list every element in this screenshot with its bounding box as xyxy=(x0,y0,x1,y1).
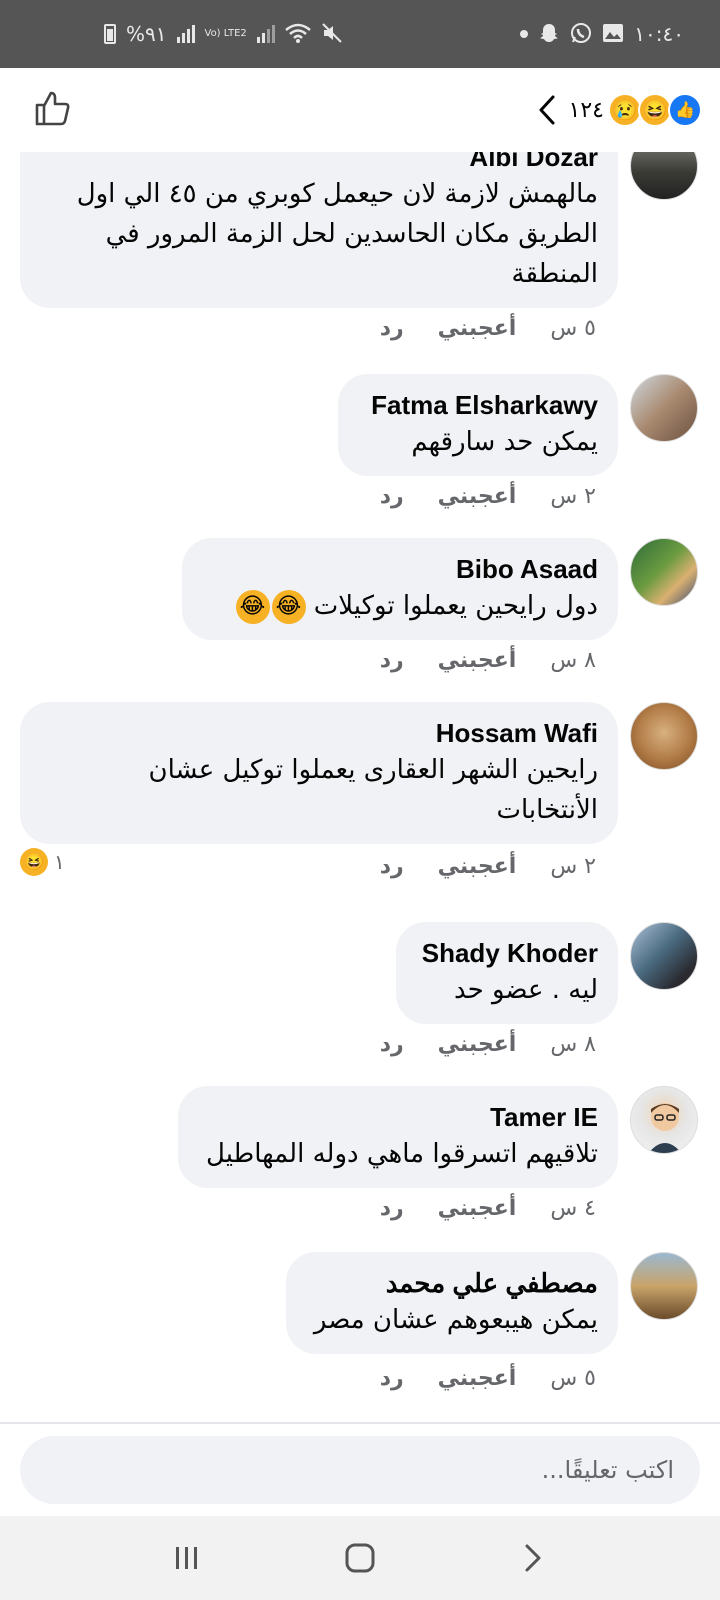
avatar[interactable] xyxy=(630,538,698,606)
like-comment-button[interactable]: أعجبني xyxy=(438,1196,517,1221)
recents-icon xyxy=(175,1547,197,1569)
comment-text: رايحين الشهر العقارى يعملوا توكيل عشان ا… xyxy=(148,755,598,825)
sad-icon: 😢 xyxy=(608,93,642,127)
like-icon: 👍 xyxy=(668,93,702,127)
reaction-number: ١ xyxy=(54,851,65,874)
reply-button[interactable]: رد xyxy=(380,1196,404,1221)
mute-icon xyxy=(321,22,343,47)
avatar[interactable] xyxy=(630,152,698,200)
commenter-name[interactable]: Albi Dozar xyxy=(40,152,598,174)
status-bar-right: ١٠:٤٠ xyxy=(520,22,684,47)
comment-bubble[interactable]: Tamer IE تلاقيهم اتسرقوا ماهي دوله المها… xyxy=(178,1086,618,1188)
comment-text: مالهمش لازمة لان حيعمل كوبري من ٤٥ الي ا… xyxy=(76,179,598,289)
comment-actions: ٢ س أعجبني رد xyxy=(380,854,596,879)
commenter-name[interactable]: Bibo Asaad xyxy=(202,552,598,586)
comment-text-body: دول رايحين يعملوا توكيلات xyxy=(313,591,598,621)
avatar[interactable] xyxy=(630,702,698,770)
wifi-icon xyxy=(284,23,311,46)
comment-time: ٨ س xyxy=(550,1032,596,1057)
home-icon xyxy=(345,1543,375,1573)
comment-bubble[interactable]: Shady Khoder ليه . عضو حد xyxy=(396,922,618,1024)
comment-text: يمكن حد سارقهم xyxy=(411,427,598,457)
commenter-name[interactable]: Shady Khoder xyxy=(416,936,598,970)
commenter-name[interactable]: Hossam Wafi xyxy=(40,716,598,750)
snapchat-icon xyxy=(538,22,560,47)
comment-bubble[interactable]: Albi Dozar مالهمش لازمة لان حيعمل كوبري … xyxy=(20,152,618,308)
system-nav-bar xyxy=(0,1516,720,1600)
haha-icon: 😆 xyxy=(638,93,672,127)
comments-header: ١٢٤ 😢 😆 👍 xyxy=(0,68,720,152)
reply-button[interactable]: رد xyxy=(380,648,404,673)
status-bar-left: %٩١ Vo) LTE2 xyxy=(104,22,343,47)
back-chevron-icon xyxy=(525,1544,541,1572)
signal-icon xyxy=(176,25,195,43)
laughing-emoji-icon: 😂 xyxy=(271,589,306,624)
back-arrow-icon[interactable] xyxy=(537,94,557,126)
clock: ١٠:٤٠ xyxy=(634,22,684,46)
reply-button[interactable]: رد xyxy=(380,854,404,879)
avatar[interactable] xyxy=(630,1086,698,1154)
comment-input[interactable] xyxy=(44,1455,676,1485)
comment-reaction-count[interactable]: 😆 ١ xyxy=(20,848,65,876)
comment-actions: ٤ س أعجبني رد xyxy=(380,1196,596,1221)
lte-label: Vo) LTE2 xyxy=(204,28,247,39)
like-comment-button[interactable]: أعجبني xyxy=(438,484,517,509)
reply-button[interactable]: رد xyxy=(380,1366,404,1391)
like-comment-button[interactable]: أعجبني xyxy=(438,316,517,341)
like-comment-button[interactable]: أعجبني xyxy=(438,854,517,879)
battery-percent: %٩١ xyxy=(126,22,167,46)
comment-actions: ٨ س أعجبني رد xyxy=(380,1032,596,1057)
comment-time: ٤ س xyxy=(550,1196,596,1221)
battery-icon xyxy=(104,24,116,44)
comment-time: ٨ س xyxy=(550,648,596,673)
comment-time: ٥ س xyxy=(550,316,596,341)
home-button[interactable] xyxy=(330,1528,390,1588)
comment-text: دول رايحين يعملوا توكيلات 😂😂 xyxy=(202,586,598,626)
like-comment-button[interactable]: أعجبني xyxy=(438,1032,517,1057)
reactions-summary[interactable]: ١٢٤ 😢 😆 👍 xyxy=(537,93,702,127)
like-comment-button[interactable]: أعجبني xyxy=(438,648,517,673)
commenter-name[interactable]: Tamer IE xyxy=(198,1100,598,1134)
signal-2-icon xyxy=(256,25,275,43)
back-button[interactable] xyxy=(503,1528,563,1588)
commenter-name[interactable]: مصطفي علي محمد xyxy=(306,1266,598,1300)
reply-button[interactable]: رد xyxy=(380,484,404,509)
notification-dot-icon xyxy=(520,30,529,38)
like-post-button[interactable] xyxy=(34,89,72,132)
comment-actions: ٥ س أعجبني رد xyxy=(380,316,596,341)
composer-divider xyxy=(0,1422,720,1424)
whatsapp-icon xyxy=(570,22,592,47)
comment-actions: ٥ س أعجبني رد xyxy=(380,1366,596,1391)
comment-time: ٢ س xyxy=(550,854,596,879)
comment-text: تلاقيهم اتسرقوا ماهي دوله المهاطيل xyxy=(206,1139,598,1169)
laughing-emoji-icon: 😂 xyxy=(235,589,270,624)
commenter-name[interactable]: Fatma Elsharkawy xyxy=(358,388,598,422)
comment-time: ٢ س xyxy=(550,484,596,509)
status-bar: %٩١ Vo) LTE2 ١٠:٤٠ xyxy=(0,0,720,68)
comment-time: ٥ س xyxy=(550,1366,596,1391)
comment-actions: ٢ س أعجبني رد xyxy=(380,484,596,509)
like-comment-button[interactable]: أعجبني xyxy=(438,1366,517,1391)
reaction-count: ١٢٤ xyxy=(568,97,604,122)
comment-text: ليه . عضو حد xyxy=(454,975,598,1005)
comments-list[interactable]: Albi Dozar مالهمش لازمة لان حيعمل كوبري … xyxy=(0,152,720,1422)
comment-bubble[interactable]: Hossam Wafi رايحين الشهر العقارى يعملوا … xyxy=(20,702,618,844)
comment-actions: ٨ س أعجبني رد xyxy=(380,648,596,673)
cartoon-avatar-icon xyxy=(648,1103,682,1153)
comment-bubble[interactable]: Bibo Asaad دول رايحين يعملوا توكيلات 😂😂 xyxy=(182,538,618,640)
thumbs-up-icon xyxy=(35,91,70,125)
gallery-icon xyxy=(602,23,624,46)
reply-button[interactable]: رد xyxy=(380,316,404,341)
comment-bubble[interactable]: مصطفي علي محمد يمكن هيبعوهم عشان مصر xyxy=(286,1252,618,1354)
comment-bubble[interactable]: Fatma Elsharkawy يمكن حد سارقهم xyxy=(338,374,618,476)
comment-text: يمكن هيبعوهم عشان مصر xyxy=(313,1305,598,1335)
avatar[interactable] xyxy=(630,922,698,990)
reply-button[interactable]: رد xyxy=(380,1032,404,1057)
avatar[interactable] xyxy=(630,1252,698,1320)
recents-button[interactable] xyxy=(157,1528,217,1588)
haha-icon: 😆 xyxy=(20,848,48,876)
comment-composer[interactable] xyxy=(20,1436,700,1504)
avatar[interactable] xyxy=(630,374,698,442)
